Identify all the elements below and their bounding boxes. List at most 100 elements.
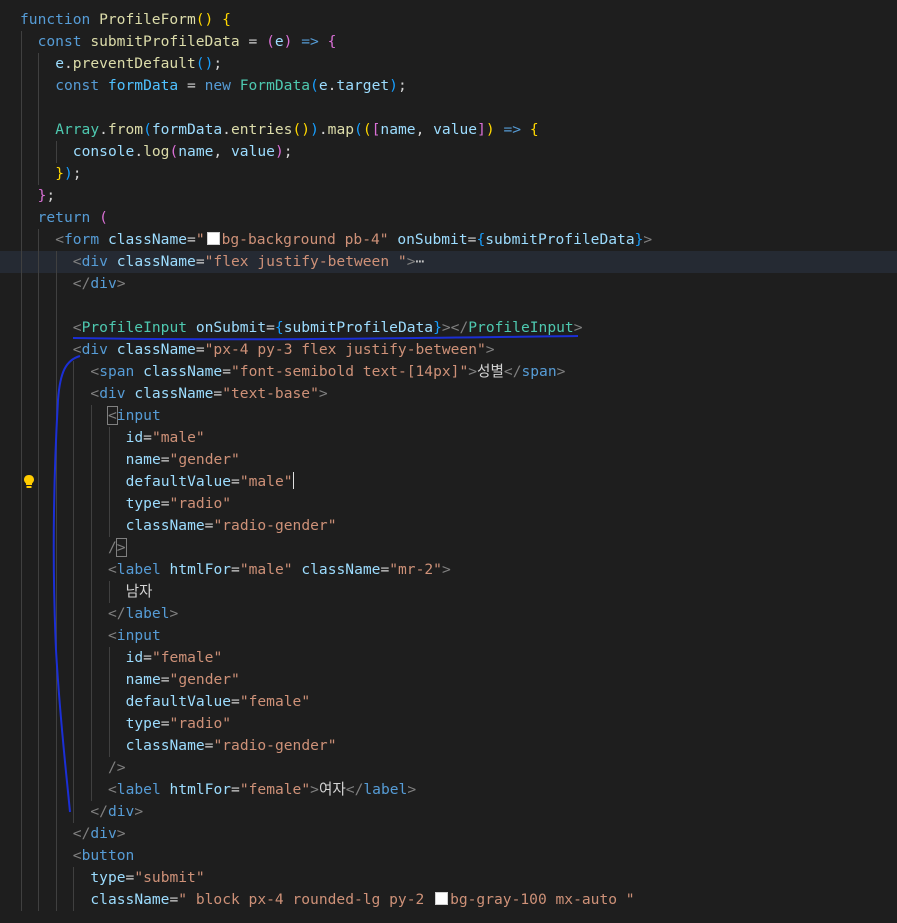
code-line[interactable]: <button xyxy=(0,845,897,867)
indent-guide xyxy=(20,31,22,911)
code-line[interactable]: <ProfileInput onSubmit={submitProfileDat… xyxy=(0,317,897,339)
code-text: type="radio" xyxy=(126,493,231,515)
code-token: > xyxy=(468,363,478,380)
code-text: /> xyxy=(108,537,127,559)
code-token: , xyxy=(415,121,434,138)
code-token: ProfileInput xyxy=(81,319,188,336)
code-token: className xyxy=(134,385,214,402)
code-token: ( xyxy=(143,121,152,138)
code-line[interactable]: name="gender" xyxy=(0,669,897,691)
code-token: = xyxy=(231,473,240,490)
code-token: < xyxy=(108,627,117,644)
lightbulb-icon[interactable] xyxy=(22,474,36,490)
code-line[interactable]: className="radio-gender" xyxy=(0,735,897,757)
code-token: < xyxy=(108,781,117,798)
code-text: name="gender" xyxy=(126,669,240,691)
code-line[interactable]: <label htmlFor="male" className="mr-2"> xyxy=(0,559,897,581)
code-line[interactable]: <label htmlFor="female">여자</label> xyxy=(0,779,897,801)
code-line[interactable]: type="radio" xyxy=(0,493,897,515)
code-line[interactable]: type="submit" xyxy=(0,867,897,889)
code-line[interactable]: }); xyxy=(0,163,897,185)
code-line[interactable]: function ProfileForm() { xyxy=(0,9,897,31)
code-token: = xyxy=(160,715,170,732)
code-line[interactable]: }; xyxy=(0,185,897,207)
code-line[interactable]: <span className="font-semibold text-[14p… xyxy=(0,361,897,383)
code-token: = xyxy=(160,671,170,688)
code-line[interactable]: <div className="px-4 py-3 flex justify-b… xyxy=(0,339,897,361)
code-line[interactable]: /> xyxy=(0,537,897,559)
code-line[interactable] xyxy=(0,295,897,317)
code-token: ( xyxy=(354,121,363,138)
code-token: ( xyxy=(362,121,372,138)
code-line[interactable]: const formData = new FormData(e.target); xyxy=(0,75,897,97)
code-line[interactable]: return ( xyxy=(0,207,897,229)
code-line[interactable]: <input xyxy=(0,405,897,427)
code-line[interactable]: id="female" xyxy=(0,647,897,669)
code-line[interactable]: console.log(name, value); xyxy=(0,141,897,163)
code-text: id="female" xyxy=(126,647,223,669)
code-line[interactable]: </div> xyxy=(0,801,897,823)
code-token: = xyxy=(160,495,170,512)
code-token: > xyxy=(310,781,319,798)
code-line[interactable]: type="radio" xyxy=(0,713,897,735)
code-token: new xyxy=(204,77,231,94)
code-line[interactable]: 남자 xyxy=(0,581,897,603)
code-token: , xyxy=(213,143,231,160)
code-token: "gender" xyxy=(169,671,240,688)
code-token: . xyxy=(99,121,108,138)
code-token: = xyxy=(213,385,223,402)
code-line[interactable]: name="gender" xyxy=(0,449,897,471)
code-token: "male" xyxy=(239,561,293,578)
indent-guide xyxy=(38,53,40,185)
code-line[interactable]: defaultValue="female" xyxy=(0,691,897,713)
code-line[interactable]: className="radio-gender" xyxy=(0,515,897,537)
code-line[interactable]: e.preventDefault(); xyxy=(0,53,897,75)
code-line[interactable]: defaultValue="male" xyxy=(0,471,897,493)
color-swatch-icon[interactable] xyxy=(206,232,220,245)
code-line[interactable]: <div className="flex justify-between ">⋯ xyxy=(0,251,897,273)
code-token: "radio" xyxy=(169,715,232,732)
code-token: </ xyxy=(503,363,522,380)
code-line[interactable] xyxy=(0,97,897,119)
code-text: return ( xyxy=(38,207,108,229)
code-token: "radio-gender" xyxy=(213,737,337,754)
code-line[interactable]: </div> xyxy=(0,823,897,845)
code-token: "font-semibold text-[14px]" xyxy=(231,363,469,380)
code-line[interactable]: <form className=" bg-background pb-4" onS… xyxy=(0,229,897,251)
code-line[interactable]: <div className="text-base"> xyxy=(0,383,897,405)
code-token: function xyxy=(20,11,91,28)
code-line[interactable]: id="male" xyxy=(0,427,897,449)
fold-chevron-icon[interactable] xyxy=(4,251,16,273)
code-token: = xyxy=(380,561,390,578)
code-token: className xyxy=(125,737,205,754)
code-line[interactable]: Array.from(formData.entries()).map(([nam… xyxy=(0,119,897,141)
code-line[interactable]: </div> xyxy=(0,273,897,295)
code-token: return xyxy=(37,209,91,226)
color-swatch-icon[interactable] xyxy=(435,892,449,905)
code-token: < xyxy=(55,231,64,248)
code-line[interactable]: className=" block px-4 rounded-lg py-2 b… xyxy=(0,889,897,911)
code-token: < xyxy=(108,561,117,578)
code-line[interactable]: <input xyxy=(0,625,897,647)
code-token: bg-background pb-4" xyxy=(221,231,389,248)
code-line[interactable]: </label> xyxy=(0,603,897,625)
code-token: "radio-gender" xyxy=(213,517,337,534)
code-token: > xyxy=(556,363,566,380)
code-token: div xyxy=(90,825,117,842)
code-token: className xyxy=(301,561,381,578)
code-text: <div className="px-4 py-3 flex justify-b… xyxy=(73,339,495,361)
code-token: submitProfileData xyxy=(283,319,434,336)
code-line[interactable]: const submitProfileData = (e) => { xyxy=(0,31,897,53)
code-token: htmlFor xyxy=(169,781,232,798)
code-token: entries xyxy=(230,121,293,138)
code-token: > xyxy=(407,781,417,798)
code-editor[interactable]: function ProfileForm() {const submitProf… xyxy=(0,0,897,923)
code-text: </div> xyxy=(73,823,126,845)
code-token: e xyxy=(55,55,64,72)
code-text: className="radio-gender" xyxy=(126,515,337,537)
code-line[interactable]: /> xyxy=(0,757,897,779)
code-token: . xyxy=(63,55,73,72)
code-token: = xyxy=(187,231,196,248)
